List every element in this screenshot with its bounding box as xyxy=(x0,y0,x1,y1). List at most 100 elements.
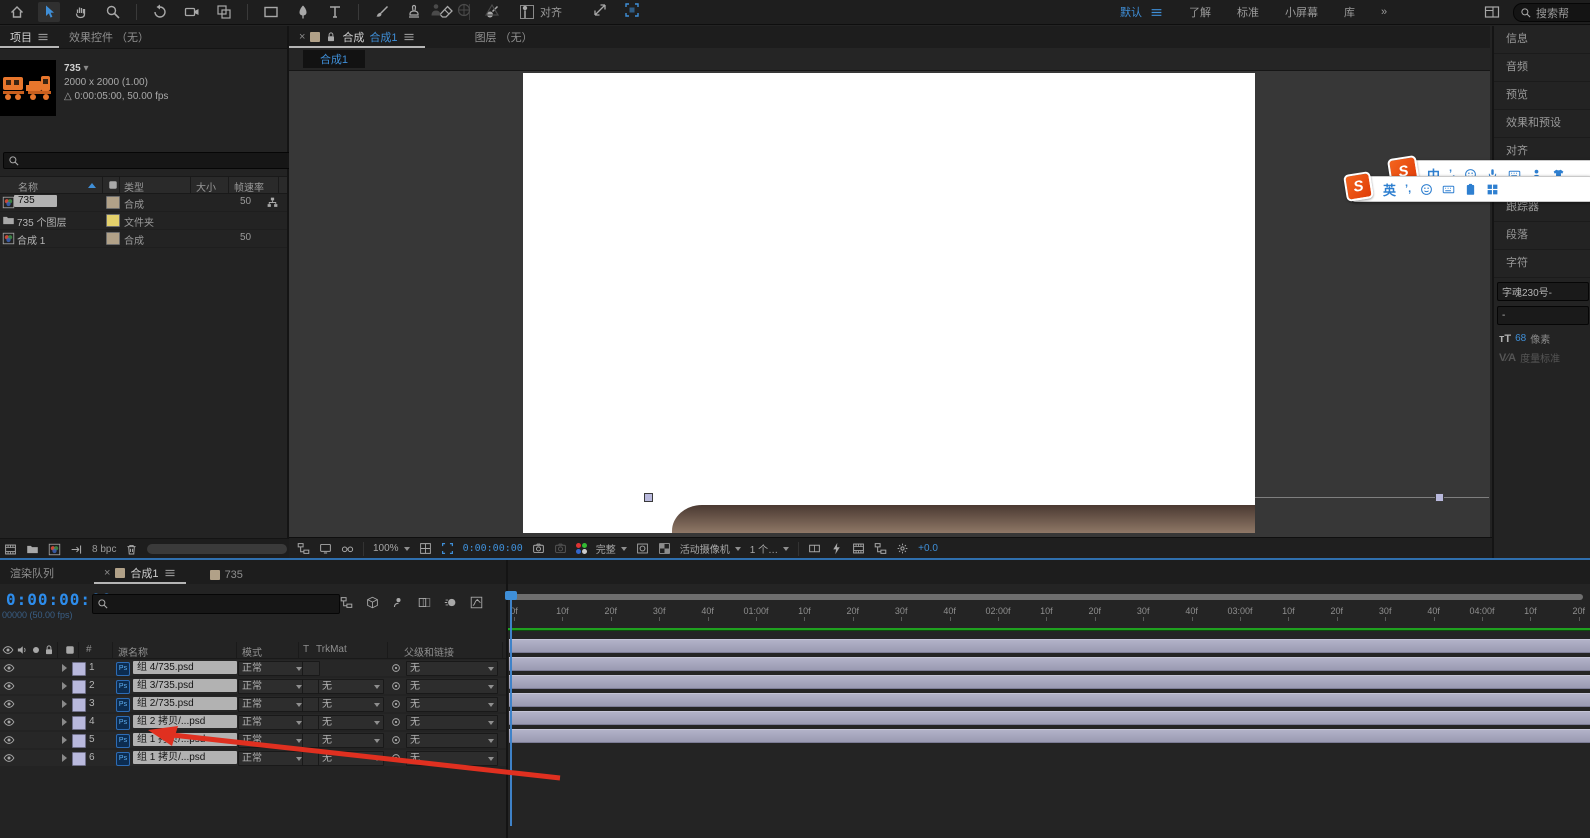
project-item-name[interactable]: 735 xyxy=(14,195,57,207)
pixel-aspect-icon[interactable] xyxy=(808,542,821,555)
trkmat-select[interactable]: 无 xyxy=(318,751,384,766)
project-row-1[interactable]: 735 个图层文件夹 xyxy=(0,212,287,230)
artwork-brown-shape[interactable] xyxy=(672,505,1255,533)
interpret-footage-icon[interactable] xyxy=(4,543,17,556)
eye-icon[interactable] xyxy=(3,752,15,764)
label-swatch[interactable] xyxy=(106,232,120,245)
shy-icon[interactable] xyxy=(392,596,405,609)
parent-select[interactable]: 无 xyxy=(406,715,498,730)
blend-mode-select[interactable]: 正常 xyxy=(238,661,306,676)
scale-arrows-icon[interactable] xyxy=(592,2,608,18)
new-composition-icon[interactable] xyxy=(48,543,61,556)
parent-pickwhip-icon[interactable] xyxy=(390,698,402,710)
col-name[interactable]: 名称 xyxy=(18,179,38,194)
layer-row-5[interactable]: 5Ps组 1 拷贝/...psd正常无无 xyxy=(0,732,506,748)
layer-duration-bar-5[interactable] xyxy=(509,711,1590,725)
workspace-menu-icon[interactable] xyxy=(1150,6,1163,19)
layer-row-1[interactable]: 1Ps组 4/735.psd正常无 xyxy=(0,660,506,676)
layer-duration-bar-1[interactable] xyxy=(509,639,1590,653)
parent-pickwhip-icon[interactable] xyxy=(390,734,402,746)
audio-column-icon[interactable] xyxy=(16,644,28,656)
graph-editor-icon[interactable] xyxy=(470,596,483,609)
parent-pickwhip-icon[interactable] xyxy=(390,662,402,674)
layer-label-swatch[interactable] xyxy=(72,734,86,748)
video-column-icon[interactable] xyxy=(2,644,14,656)
project-item-name[interactable]: 735 个图层 xyxy=(17,214,66,229)
show-snapshot-icon[interactable] xyxy=(554,542,567,555)
transparency-grid-icon[interactable] xyxy=(658,542,671,555)
layer-label-swatch[interactable] xyxy=(72,662,86,676)
parent-select[interactable]: 无 xyxy=(406,751,498,766)
panel-tab-1[interactable]: 音频 xyxy=(1494,54,1590,82)
new-folder-icon[interactable] xyxy=(26,543,39,556)
layer-duration-bar-4[interactable] xyxy=(509,693,1590,707)
tab-effect-controls[interactable]: 效果控件 （无） xyxy=(59,29,159,48)
footage-title[interactable]: 735 xyxy=(64,63,81,74)
stereo-glasses-icon[interactable] xyxy=(341,542,354,555)
layer-label-swatch[interactable] xyxy=(72,716,86,730)
timeline-search-input[interactable] xyxy=(92,594,340,614)
lock-icon[interactable] xyxy=(325,31,337,43)
project-row-2[interactable]: 合成 1合成50 xyxy=(0,230,287,248)
layer-source-name[interactable]: 组 4/735.psd xyxy=(133,661,237,674)
panel-menu-icon[interactable] xyxy=(37,31,49,43)
tool-stamp[interactable] xyxy=(403,2,425,22)
panel-tab-7[interactable]: 字符 xyxy=(1494,250,1590,278)
viewer-current-time[interactable]: 0:00:00:00 xyxy=(463,543,523,554)
layer-source-name[interactable]: 组 1 拷贝/...psd xyxy=(133,733,237,746)
col-number[interactable]: # xyxy=(86,644,92,655)
eye-icon[interactable] xyxy=(3,680,15,692)
font-size-row[interactable]: ᴛT 68 像素 xyxy=(1499,331,1589,346)
layer-duration-bar-2[interactable] xyxy=(509,657,1590,671)
exposure-value[interactable]: +0.0 xyxy=(918,543,938,554)
work-area-bar[interactable] xyxy=(512,594,1583,600)
lock-column-icon[interactable] xyxy=(43,644,55,656)
expand-arrow-icon[interactable] xyxy=(62,754,67,762)
flowchart-icon[interactable] xyxy=(340,596,353,609)
trkmat-select[interactable]: 无 xyxy=(318,715,384,730)
trkmat-select[interactable]: 无 xyxy=(318,697,384,712)
ime-language-toggle[interactable]: 英 xyxy=(1383,180,1396,199)
expand-arrow-icon[interactable] xyxy=(62,682,67,690)
tool-brush[interactable] xyxy=(371,2,393,22)
col-trkmat[interactable]: TrkMat xyxy=(316,644,347,655)
layer-row-4[interactable]: 4Ps组 2 拷贝/...psd正常无无 xyxy=(0,714,506,730)
motion-blur-icon[interactable] xyxy=(444,596,457,609)
layer-duration-bar-6[interactable] xyxy=(509,729,1590,743)
layer-row-2[interactable]: 2Ps组 3/735.psd正常无无 xyxy=(0,678,506,694)
timeline-button-icon[interactable] xyxy=(852,542,865,555)
blend-mode-select[interactable]: 正常 xyxy=(238,697,306,712)
tool-hand[interactable] xyxy=(70,2,92,22)
panel-tab-6[interactable]: 段落 xyxy=(1494,222,1590,250)
expand-arrow-icon[interactable] xyxy=(62,664,67,672)
label-column-icon[interactable] xyxy=(107,179,119,191)
workspace-item-4[interactable]: 库 xyxy=(1344,4,1355,20)
tab-composition[interactable]: × 合成 合成1 xyxy=(289,29,425,48)
tool-zoom[interactable] xyxy=(102,2,124,22)
composition-canvas[interactable] xyxy=(523,73,1255,533)
sogou-logo-icon[interactable]: S xyxy=(1343,171,1374,202)
expand-arrow-icon[interactable] xyxy=(62,700,67,708)
grid-guides-icon[interactable] xyxy=(419,542,432,555)
comp-flowchart-icon[interactable] xyxy=(874,542,887,555)
expand-arrow-icon[interactable] xyxy=(62,736,67,744)
local-axis-icon[interactable] xyxy=(428,2,444,18)
view-axis-icon[interactable] xyxy=(484,2,500,18)
selection-handle-left[interactable] xyxy=(644,493,653,502)
label-swatch[interactable] xyxy=(106,196,120,209)
world-axis-icon[interactable] xyxy=(456,2,472,18)
workspace-item-5[interactable]: » xyxy=(1381,6,1387,18)
toolbox-grid-icon[interactable] xyxy=(1486,183,1499,196)
project-search-input[interactable] xyxy=(3,152,291,169)
cube-icon[interactable] xyxy=(366,596,379,609)
blend-mode-select[interactable]: 正常 xyxy=(238,715,306,730)
ime-punctuation-toggle[interactable]: ’, xyxy=(1405,183,1411,195)
panel-tab-0[interactable]: 信息 xyxy=(1494,26,1590,54)
eye-icon[interactable] xyxy=(3,698,15,710)
tool-camera[interactable] xyxy=(181,2,203,22)
proxy-icon[interactable] xyxy=(70,543,83,556)
footer-scrollbar[interactable] xyxy=(147,544,287,554)
layer-source-name[interactable]: 组 2/735.psd xyxy=(133,697,237,710)
timeline-column-divider[interactable] xyxy=(506,560,508,838)
panel-menu-icon[interactable] xyxy=(403,31,415,43)
